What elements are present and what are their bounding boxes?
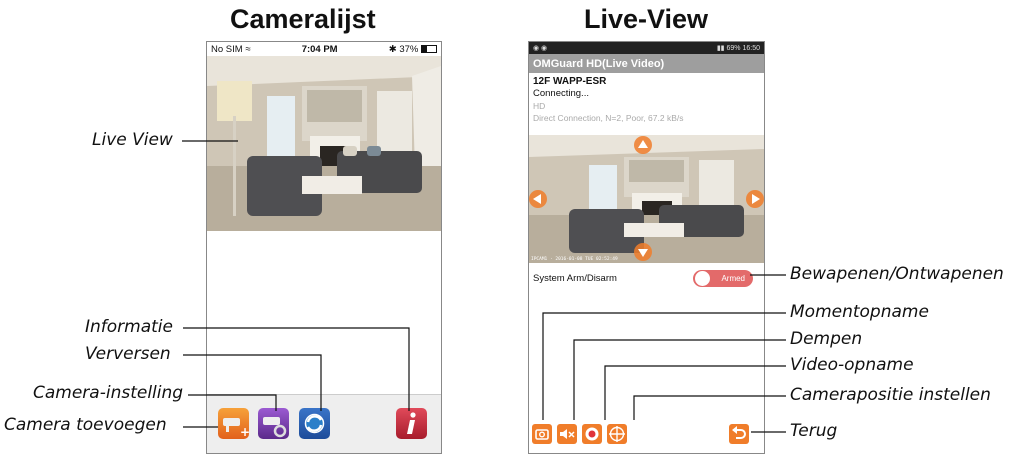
callout-bewapenen: Bewapenen/Ontwapenen: [790, 264, 1004, 284]
callout-video-opname: Video-opname: [790, 355, 914, 375]
callout-momentopname: Momentopname: [790, 302, 929, 322]
callout-verversen: Verversen: [85, 344, 171, 364]
callout-live-view: Live View: [92, 130, 173, 150]
callout-terug: Terug: [790, 421, 838, 441]
callout-camera-instelling: Camera-instelling: [33, 383, 184, 403]
callout-camera-toevoegen: Camera toevoegen: [4, 415, 167, 435]
callout-dempen: Dempen: [790, 329, 863, 349]
callout-informatie: Informatie: [85, 317, 173, 337]
callout-camerapositie: Camerapositie instellen: [790, 385, 991, 405]
